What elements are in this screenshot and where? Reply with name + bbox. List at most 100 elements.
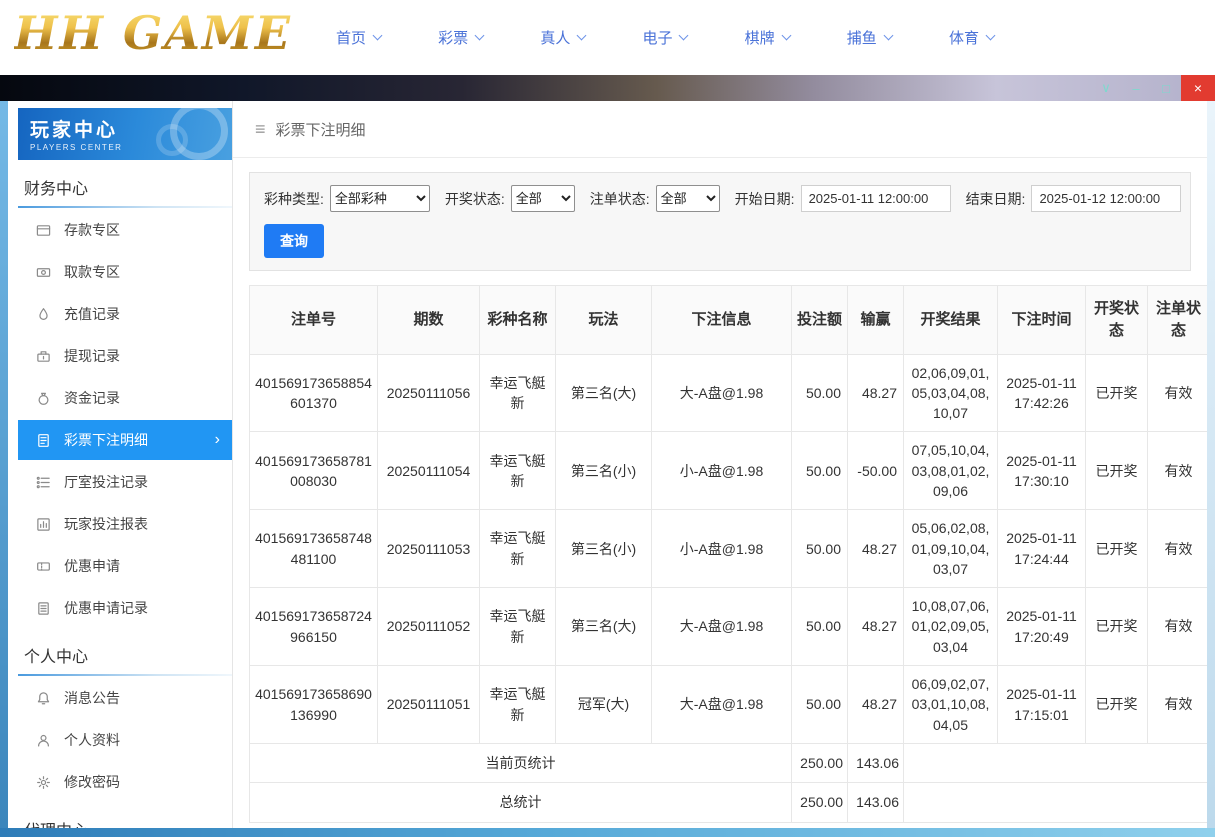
close-button[interactable]: × — [1181, 75, 1215, 101]
column-header: 下注时间 — [997, 285, 1086, 355]
nav-item-7[interactable]: 体育 — [949, 27, 996, 48]
sidebar-item[interactable]: 提现记录 — [18, 336, 232, 376]
summary-empty — [903, 742, 1207, 784]
table-cell: 已开奖 — [1085, 431, 1148, 511]
table-cell: 第三名(大) — [555, 353, 652, 433]
table-cell: 2025-01-11 17:20:49 — [997, 587, 1086, 667]
chevron-down-icon — [679, 30, 689, 41]
sidebar-item[interactable]: 玩家投注报表 — [18, 504, 232, 544]
search-button[interactable]: 查询 — [264, 224, 324, 258]
logo: HH GAME — [14, 6, 292, 60]
summary-bet: 250.00 — [791, 742, 848, 784]
nav-item-5[interactable]: 棋牌 — [744, 27, 792, 48]
recharge-icon — [35, 307, 51, 322]
column-header: 下注信息 — [651, 285, 792, 355]
sidebar-item-label: 取款专区 — [64, 264, 120, 280]
breadcrumb: ≡ 彩票下注明细 — [233, 101, 1207, 158]
sidebar-item-label: 消息公告 — [64, 690, 120, 706]
table-cell: 2025-01-11 17:24:44 — [997, 509, 1086, 589]
order-status-select[interactable]: 全部 — [655, 185, 720, 212]
summary-row: 当前页统计 250.00 143.06 — [249, 742, 1207, 784]
column-header: 玩法 — [555, 285, 652, 355]
promoRecord-icon — [35, 601, 51, 616]
chevron-down-icon — [781, 30, 792, 41]
profile-icon — [35, 733, 51, 748]
table-cell: 小-A盘@1.98 — [651, 431, 792, 511]
minimize-button[interactable]: – — [1121, 75, 1151, 101]
table-cell: 小-A盘@1.98 — [651, 509, 792, 589]
maximize-button[interactable]: □ — [1151, 75, 1181, 101]
table-cell: 冠军(大) — [555, 665, 652, 744]
sidebar-item[interactable]: 资金记录 — [18, 378, 232, 418]
nav-item-1[interactable]: 首页 — [336, 27, 383, 48]
nav-item-label: 首页 — [336, 30, 367, 47]
table-cell: 第三名(大) — [555, 587, 652, 667]
sidebar-item[interactable]: 修改密码 — [18, 762, 232, 802]
table-cell: 20250111051 — [377, 665, 480, 744]
nav-item-6[interactable]: 捕鱼 — [846, 27, 894, 48]
nav-item-3[interactable]: 真人 — [540, 27, 587, 48]
table-cell: 2025-01-11 17:15:01 — [997, 665, 1086, 744]
sidebar-section-title[interactable]: 个人中心 — [18, 628, 232, 674]
sidebar-item[interactable]: 消息公告 — [18, 678, 232, 718]
sidebar-item[interactable]: 优惠申请 — [18, 546, 232, 586]
window-frame-left — [0, 101, 8, 828]
start-date-input[interactable] — [800, 185, 951, 212]
lottery-type-select[interactable]: 全部彩种 — [329, 185, 430, 212]
menu-icon[interactable]: ≡ — [255, 120, 266, 138]
sidebar-section-title[interactable]: 财务中心 — [18, 160, 232, 206]
nav-item-label: 棋牌 — [744, 30, 775, 47]
sidebar-item[interactable]: 存款专区 — [18, 210, 232, 250]
sidebar-item[interactable]: 彩票下注明细 › — [18, 420, 232, 460]
sidebar-item-label: 充值记录 — [64, 306, 120, 322]
sidebar-item[interactable]: 充值记录 — [18, 294, 232, 334]
sidebar-item-label: 个人资料 — [64, 732, 120, 748]
table-cell: 已开奖 — [1085, 353, 1148, 433]
hall-icon — [35, 475, 51, 490]
section-underline — [18, 206, 232, 208]
chevron-down-icon — [372, 30, 383, 41]
sidebar-item-label: 资金记录 — [64, 390, 120, 406]
app-window: 玩家中心 PLAYERS CENTER 财务中心 存款专区 取款专区 充值记录 提现记录… — [8, 101, 1207, 828]
content-area: 彩种类型: 全部彩种 开奖状态: 全部 注单状态: 全部 开始日期: 2025-… — [233, 158, 1207, 828]
sidebar-item[interactable]: 取款专区 — [18, 252, 232, 292]
table-cell: 48.27 — [847, 665, 904, 744]
sidebar-item-label: 彩票下注明细 — [64, 432, 148, 448]
bet-table-wrap: 注单号 期数 彩种名称 玩法 下注信息 投注额 输赢 开奖结果 下注时间 开奖状态 注单状态 4015… — [249, 285, 1207, 823]
main-panel: ≡ 彩票下注明细 彩种类型: 全部彩种 开奖状态: 全部 注单状态: 全部 开始… — [233, 101, 1207, 828]
table-row: 401569173658690136990 20250111051 幸运飞艇新 冠军(… — [249, 665, 1207, 744]
nav-item-2[interactable]: 彩票 — [438, 27, 485, 48]
table-row: 401569173658781008030 20250111054 幸运飞艇新 第三名… — [249, 431, 1207, 511]
table-cell: 20250111054 — [377, 431, 480, 511]
withdraw-icon — [35, 265, 51, 280]
dropdown-button[interactable]: ∨ — [1091, 75, 1121, 101]
sidebar-item[interactable]: 厅室投注记录 — [18, 462, 232, 502]
table-cell: 48.27 — [847, 509, 904, 589]
nav-item-4[interactable]: 电子 — [642, 27, 689, 48]
sidebar-item[interactable]: 个人资料 — [18, 720, 232, 760]
table-cell: 02,06,09,01,05,03,04,08,10,07 — [903, 353, 998, 433]
chevron-down-icon — [883, 30, 894, 41]
sidebar-item[interactable]: 优惠申请记录 — [18, 588, 232, 628]
window-titlebar: ∨ – □ × — [0, 75, 1215, 101]
lottery-type-label: 彩种类型: — [264, 190, 324, 207]
table-cell: 401569173658748481100 — [249, 509, 378, 589]
end-date-input[interactable] — [1031, 185, 1182, 212]
sidebar-section-title[interactable]: 代理中心 — [18, 802, 232, 828]
chevron-down-icon — [576, 30, 587, 41]
table-cell: 幸运飞艇新 — [479, 587, 556, 667]
sidebar-item-label: 玩家投注报表 — [64, 516, 148, 532]
site-header: HH GAME 首页 彩票 真人 电子 棋牌 捕鱼 体育 — [0, 0, 1215, 75]
summary-label: 总统计 — [249, 782, 792, 823]
draw-status-select[interactable]: 全部 — [510, 185, 575, 212]
nav-item-label: 捕鱼 — [846, 30, 877, 47]
column-header: 期数 — [377, 285, 480, 355]
sidebar-item-label: 修改密码 — [64, 774, 120, 790]
lottery-icon — [35, 433, 51, 448]
table-cell: 401569173658690136990 — [249, 665, 378, 744]
report-icon — [35, 517, 51, 532]
section-underline — [18, 674, 232, 676]
column-header: 注单号 — [249, 285, 378, 355]
sidebar-item-label: 优惠申请 — [64, 558, 120, 574]
nav-item-label: 彩票 — [438, 30, 469, 47]
